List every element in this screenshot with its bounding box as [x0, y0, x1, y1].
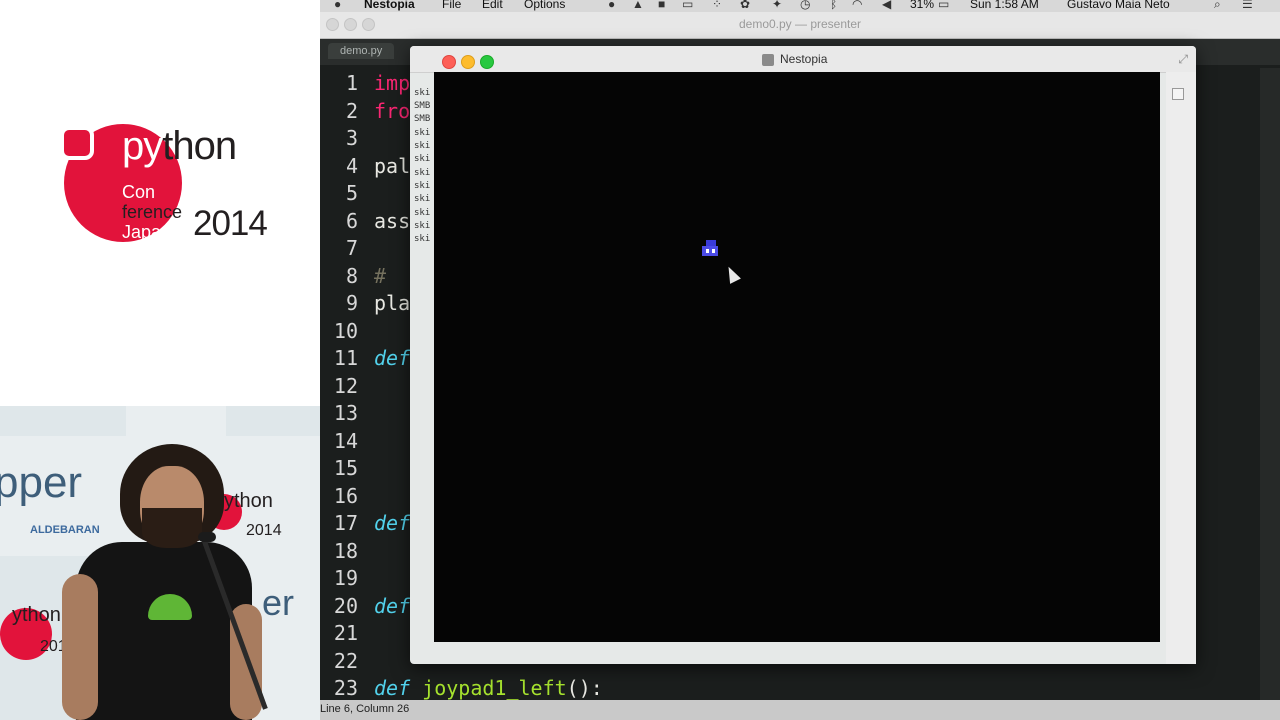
code-line[interactable]: pla — [374, 291, 410, 315]
fullscreen-icon[interactable]: ⤢ — [1178, 52, 1188, 67]
line-number: 23 — [333, 676, 358, 700]
logo-wordmark: python — [122, 124, 237, 168]
volume-icon[interactable]: ◀ — [882, 0, 891, 11]
line-number: 9 — [345, 291, 358, 315]
line-number: 16 — [333, 484, 358, 508]
line-number: 18 — [333, 539, 358, 563]
line-number: 1 — [345, 71, 358, 95]
console-line: ski — [414, 208, 431, 218]
line-number: 8 — [345, 264, 358, 288]
status-icon[interactable]: ● — [608, 0, 615, 11]
editor-title-bar: demo0.py — presenter — [320, 12, 1280, 39]
game-viewport[interactable] — [434, 72, 1160, 642]
battery-percent[interactable]: 31% — [910, 0, 934, 11]
menu-options[interactable]: Options — [524, 0, 565, 11]
stage-backdrop: pper ALDEBARAN ython 2014 ython 2014 er — [0, 406, 320, 720]
console-line: ski — [414, 221, 431, 231]
code-line[interactable]: pal — [374, 154, 410, 178]
conference-slide-panel: python Con ference Japan 2014 pper ALDEBA… — [0, 0, 320, 720]
projected-screen: ● Nestopia File Edit Options ● ▲ ■ ▭ ⁘ ✿… — [320, 0, 1280, 720]
line-number: 21 — [333, 621, 358, 645]
console-log-behind: ski SMB SMB ski ski ski ski ski ski ski … — [412, 88, 434, 248]
console-line: ski — [414, 234, 431, 244]
list-icon[interactable] — [1172, 88, 1184, 100]
menu-edit[interactable]: Edit — [482, 0, 503, 11]
menu-clock[interactable]: Sun 1:58 AM — [970, 0, 1039, 11]
apple-icon[interactable]: ● — [334, 0, 341, 11]
pycon-jp-2014-logo: python Con ference Japan 2014 — [56, 118, 276, 248]
line-number: 20 — [333, 594, 358, 618]
close-button[interactable] — [442, 55, 456, 69]
line-number: 17 — [333, 511, 358, 535]
line-number: 11 — [333, 346, 358, 370]
line-number: 2 — [345, 99, 358, 123]
console-line: ski — [414, 194, 431, 204]
notification-icon[interactable]: ▲ — [632, 0, 644, 11]
console-line: SMB — [414, 101, 431, 111]
console-line: ski — [414, 128, 431, 138]
search-icon[interactable]: ⌕ — [1214, 0, 1221, 12]
mario-sprite — [702, 240, 718, 256]
code-line[interactable]: def — [374, 594, 410, 618]
nestopia-side-panel — [1166, 72, 1196, 664]
line-number: 3 — [345, 126, 358, 150]
tab-demo-py[interactable]: demo.py — [328, 43, 395, 59]
code-line[interactable]: fro — [374, 99, 410, 123]
menu-user[interactable]: Gustavo Maia Neto — [1067, 0, 1170, 11]
python-snake-icon — [60, 126, 94, 160]
nestopia-title-bar[interactable]: Nestopia ⤢ — [410, 46, 1196, 73]
console-line: SMB — [414, 114, 431, 124]
status-icon[interactable]: ✿ — [740, 0, 750, 11]
mouse-cursor-icon — [723, 264, 741, 284]
console-line: ski — [414, 181, 431, 191]
minimize-button[interactable] — [461, 55, 475, 69]
line-number: 13 — [333, 401, 358, 425]
line-number: 4 — [345, 154, 358, 178]
console-line: ski — [414, 168, 431, 178]
code-line-23[interactable]: def joypad1_left(): — [374, 676, 603, 700]
line-number: 7 — [345, 236, 358, 260]
microphone — [198, 532, 216, 542]
time-machine-icon[interactable]: ◷ — [800, 0, 810, 11]
line-number: 6 — [345, 209, 358, 233]
console-line: ski — [414, 88, 431, 98]
cursor-position: Line 6, Column 26 — [320, 703, 410, 715]
wifi-icon[interactable]: ◠ — [852, 0, 862, 11]
console-line: ski — [414, 154, 431, 164]
line-number: 10 — [333, 319, 358, 343]
speaker — [62, 444, 272, 720]
twitter-icon[interactable]: ✦ — [772, 0, 782, 11]
screen-icon[interactable]: ▭ — [682, 0, 693, 11]
zoom-button[interactable] — [480, 55, 494, 69]
code-line[interactable]: # — [374, 264, 386, 288]
nestopia-title: Nestopia — [780, 52, 828, 66]
status-icon[interactable]: ■ — [658, 0, 665, 11]
mac-menu-bar: ● Nestopia File Edit Options ● ▲ ■ ▭ ⁘ ✿… — [320, 0, 1280, 12]
line-number: 19 — [333, 566, 358, 590]
line-number-gutter: 1 2 3 4 5 6 7 8 9 10 11 12 13 14 15 16 1… — [320, 68, 364, 700]
battery-icon[interactable]: ▭ — [938, 0, 949, 11]
bluetooth-icon[interactable]: ᛒ — [830, 0, 837, 11]
nestopia-window[interactable]: Nestopia ⤢ ski SMB SMB ski ski ski ski s… — [410, 46, 1196, 664]
logo-year: 2014 — [193, 204, 268, 243]
console-line: ski — [414, 141, 431, 151]
editor-window-title: demo0.py — presenter — [738, 17, 862, 31]
menu-app-name[interactable]: Nestopia — [364, 0, 415, 11]
code-line[interactable]: def — [374, 511, 410, 535]
code-line[interactable]: imp — [374, 71, 410, 95]
status-icon[interactable]: ⁘ — [712, 0, 722, 11]
line-number: 14 — [333, 429, 358, 453]
menu-file[interactable]: File — [442, 0, 461, 11]
editor-minimap[interactable] — [1260, 68, 1280, 700]
line-number: 5 — [345, 181, 358, 205]
list-icon[interactable]: ☰ — [1242, 0, 1253, 11]
line-number: 12 — [333, 374, 358, 398]
document-icon — [762, 54, 774, 66]
line-number: 15 — [333, 456, 358, 480]
logo-conference-text: Con ference Japan — [122, 182, 183, 242]
editor-status-bar: Line 6, Column 26 — [320, 700, 1280, 720]
line-number: 22 — [333, 649, 358, 673]
code-line[interactable]: def — [374, 346, 410, 370]
code-line[interactable]: ass — [374, 209, 410, 233]
